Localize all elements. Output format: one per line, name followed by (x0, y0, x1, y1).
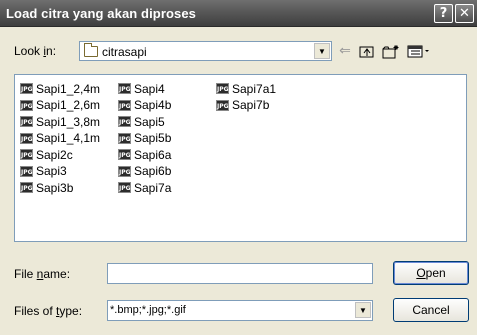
cancel-button[interactable]: Cancel (393, 298, 469, 322)
file-item[interactable]: JPG Sapi1_4,1m (20, 131, 100, 146)
close-icon: ✕ (459, 6, 470, 21)
chevron-down-icon[interactable]: ▼ (314, 43, 330, 59)
views-menu-icon[interactable] (406, 42, 432, 60)
title-bar[interactable]: Load citra yang akan diproses ? ✕ (0, 0, 477, 27)
look-in-value: citrasapi (102, 45, 147, 59)
file-name: Sapi6a (134, 147, 172, 162)
jpg-file-icon: JPG (118, 149, 131, 160)
file-name: Sapi5b (134, 131, 172, 145)
file-list[interactable]: JPG Sapi1_2,4m JPG Sapi1_2,6m JPG Sapi1_3,8m J… (14, 74, 467, 242)
file-name: Sapi1_4,1m (36, 131, 101, 145)
file-name-input[interactable] (107, 263, 373, 284)
file-name: Sapi2c (36, 147, 73, 162)
jpg-file-icon: JPG (20, 182, 33, 193)
file-name: Sapi3 (36, 164, 67, 178)
look-in-dropdown[interactable]: citrasapi ▼ (79, 41, 332, 61)
file-item[interactable]: JPG Sapi1_2,4m (20, 81, 100, 96)
window-title: Load citra yang akan diproses (6, 6, 197, 21)
jpg-file-icon: JPG (216, 99, 229, 111)
file-name: Sapi4b (134, 98, 172, 112)
file-name: Sapi7a (134, 180, 172, 195)
chevron-down-icon[interactable]: ▼ (355, 302, 371, 318)
help-button[interactable]: ? (434, 4, 453, 23)
jpg-file-icon: JPG (216, 83, 229, 94)
file-item[interactable]: JPG Sapi7a (118, 180, 171, 195)
jpg-file-icon: JPG (20, 83, 33, 94)
file-name: Sapi1_2,4m (36, 81, 101, 96)
jpg-file-icon: JPG (118, 132, 131, 144)
file-name: Sapi1_2,6m (36, 98, 101, 112)
file-name: Sapi1_3,8m (36, 114, 101, 129)
help-icon: ? (439, 6, 448, 21)
file-name: Sapi6b (134, 164, 172, 178)
jpg-file-icon: JPG (118, 165, 131, 177)
file-name: Sapi7a1 (232, 81, 277, 96)
jpg-file-icon: JPG (118, 83, 131, 94)
file-item[interactable]: JPG Sapi3b (20, 180, 73, 195)
file-type-label: Files of type: (14, 304, 83, 318)
jpg-file-icon: JPG (20, 132, 33, 144)
file-item[interactable]: JPG Sapi7a1 (216, 81, 276, 96)
file-item[interactable]: JPG Sapi4b (118, 98, 171, 113)
file-item[interactable]: JPG Sapi6b (118, 164, 171, 179)
jpg-file-icon: JPG (20, 99, 33, 111)
jpg-file-icon: JPG (20, 165, 33, 177)
file-item[interactable]: JPG Sapi6a (118, 147, 171, 162)
file-item[interactable]: JPG Sapi3 (20, 164, 67, 179)
jpg-file-icon: JPG (20, 116, 33, 127)
file-type-value: *.bmp;*.jpg;*.gif (110, 304, 186, 316)
file-name: Sapi5 (134, 114, 165, 129)
file-name: Sapi7b (232, 98, 270, 112)
file-item[interactable]: JPG Sapi5 (118, 114, 165, 129)
look-in-label: Look in: (14, 44, 57, 58)
jpg-file-icon: JPG (118, 116, 131, 127)
open-button[interactable]: Open (393, 261, 469, 285)
file-item[interactable]: JPG Sapi4 (118, 81, 165, 96)
jpg-file-icon: JPG (118, 99, 131, 111)
file-type-dropdown[interactable]: *.bmp;*.jpg;*.gif ▼ (107, 300, 373, 321)
new-folder-icon[interactable] (381, 42, 401, 60)
folder-icon (84, 43, 98, 57)
file-name: Sapi3b (36, 180, 74, 195)
close-button[interactable]: ✕ (455, 4, 474, 23)
file-item[interactable]: JPG Sapi7b (216, 98, 269, 113)
jpg-file-icon: JPG (20, 149, 33, 160)
file-name-label: File name: (14, 267, 71, 281)
file-item[interactable]: JPG Sapi1_2,6m (20, 98, 100, 113)
file-item[interactable]: JPG Sapi5b (118, 131, 171, 146)
back-icon[interactable]: ⇐ (335, 42, 355, 60)
up-folder-icon[interactable] (357, 42, 377, 60)
file-item[interactable]: JPG Sapi1_3,8m (20, 114, 100, 129)
file-item[interactable]: JPG Sapi2c (20, 147, 73, 162)
file-name: Sapi4 (134, 81, 165, 96)
jpg-file-icon: JPG (118, 182, 131, 193)
